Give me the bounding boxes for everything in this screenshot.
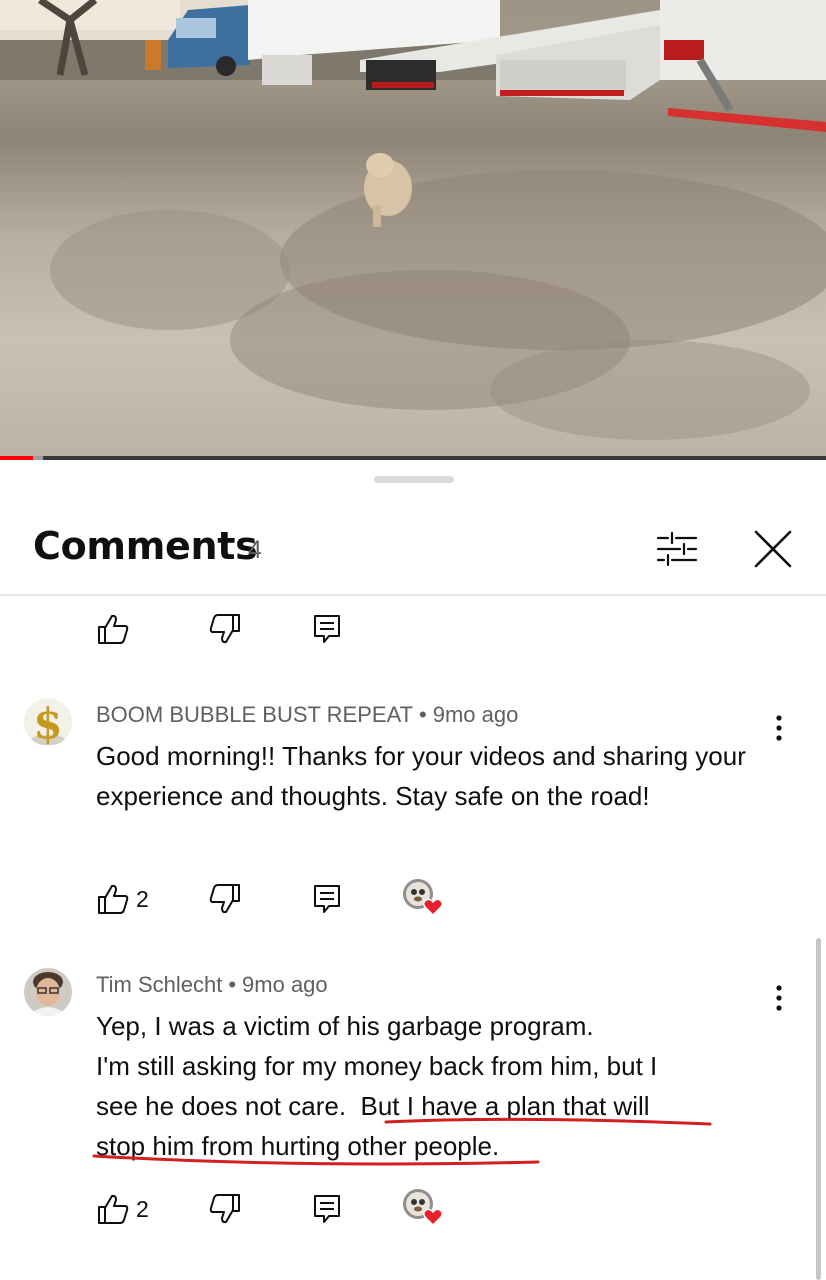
avatar[interactable]: $: [24, 698, 72, 746]
like-button[interactable]: [96, 612, 130, 646]
comments-title: Comments: [33, 524, 258, 568]
sliders-icon: [656, 531, 698, 567]
sheet-drag-handle[interactable]: [374, 476, 454, 483]
thumbs-up-icon: [98, 884, 129, 914]
close-icon: [754, 530, 792, 568]
creator-heart-badge: [402, 1188, 446, 1228]
thumbs-down-icon: [209, 884, 240, 914]
comment-text: Good morning!! Thanks for your videos an…: [96, 741, 746, 811]
comment-author[interactable]: BOOM BUBBLE BUST REPEAT: [96, 702, 413, 727]
like-count: 2: [136, 886, 149, 912]
comment-actions: 2: [96, 1189, 496, 1232]
scrollbar[interactable]: [816, 938, 821, 1280]
thumbs-down-icon: [209, 1194, 240, 1224]
comment-time: 9mo ago: [242, 972, 328, 997]
video-player[interactable]: [0, 0, 826, 460]
comments-count: 4: [248, 536, 262, 564]
comment-meta: Tim Schlecht • 9mo ago: [96, 972, 328, 997]
like-button[interactable]: [96, 1192, 130, 1226]
reply-button[interactable]: [310, 882, 344, 916]
comment-text: Yep, I was a victim of his garbage progr…: [96, 1006, 776, 1166]
thumbs-up-icon: [98, 1194, 129, 1224]
comment-text-line: Yep, I was a victim of his garbage progr…: [96, 1011, 594, 1041]
comment-time: 9mo ago: [432, 702, 519, 727]
comments-panel: Comments 4 $ BOOM BUBBLE BUST REPEAT • 9…: [0, 460, 826, 1280]
thumbs-up-icon: [98, 614, 129, 644]
thumbs-down-icon: [209, 614, 240, 644]
profile-photo-avatar: [24, 968, 72, 1016]
reply-icon: [314, 615, 340, 643]
reply-icon: [314, 885, 340, 913]
comment-actions: 2: [96, 879, 496, 922]
reply-button[interactable]: [310, 1192, 344, 1226]
close-comments-button[interactable]: [748, 524, 798, 574]
dollar-sign-avatar-icon: $: [24, 698, 72, 746]
reply-icon: [314, 1195, 340, 1223]
like-count: 2: [136, 1196, 149, 1222]
sort-filter-button[interactable]: [652, 524, 702, 574]
comment-text-line: see he does not care. But I have a plan …: [96, 1091, 650, 1121]
dislike-button[interactable]: [208, 882, 242, 916]
comment-actions-previous: [96, 612, 496, 652]
header-divider: [0, 594, 826, 596]
heart-icon: [403, 1189, 444, 1227]
comment-text-line: stop him from hurting other people.: [96, 1131, 500, 1161]
heart-icon: [403, 879, 444, 917]
comments-header: Comments 4: [0, 516, 826, 596]
reply-button[interactable]: [310, 612, 344, 646]
dislike-button[interactable]: [208, 612, 242, 646]
comment-text-line: I'm still asking for my money back from …: [96, 1051, 658, 1081]
dislike-button[interactable]: [208, 1192, 242, 1226]
creator-heart-badge: [402, 878, 446, 918]
comment-meta: BOOM BUBBLE BUST REPEAT • 9mo ago: [96, 702, 519, 727]
svg-text:$: $: [33, 699, 62, 746]
comment-author[interactable]: Tim Schlecht: [96, 972, 222, 997]
like-button[interactable]: [96, 882, 130, 916]
video-frame-image: [0, 0, 826, 440]
avatar[interactable]: [24, 968, 72, 1016]
